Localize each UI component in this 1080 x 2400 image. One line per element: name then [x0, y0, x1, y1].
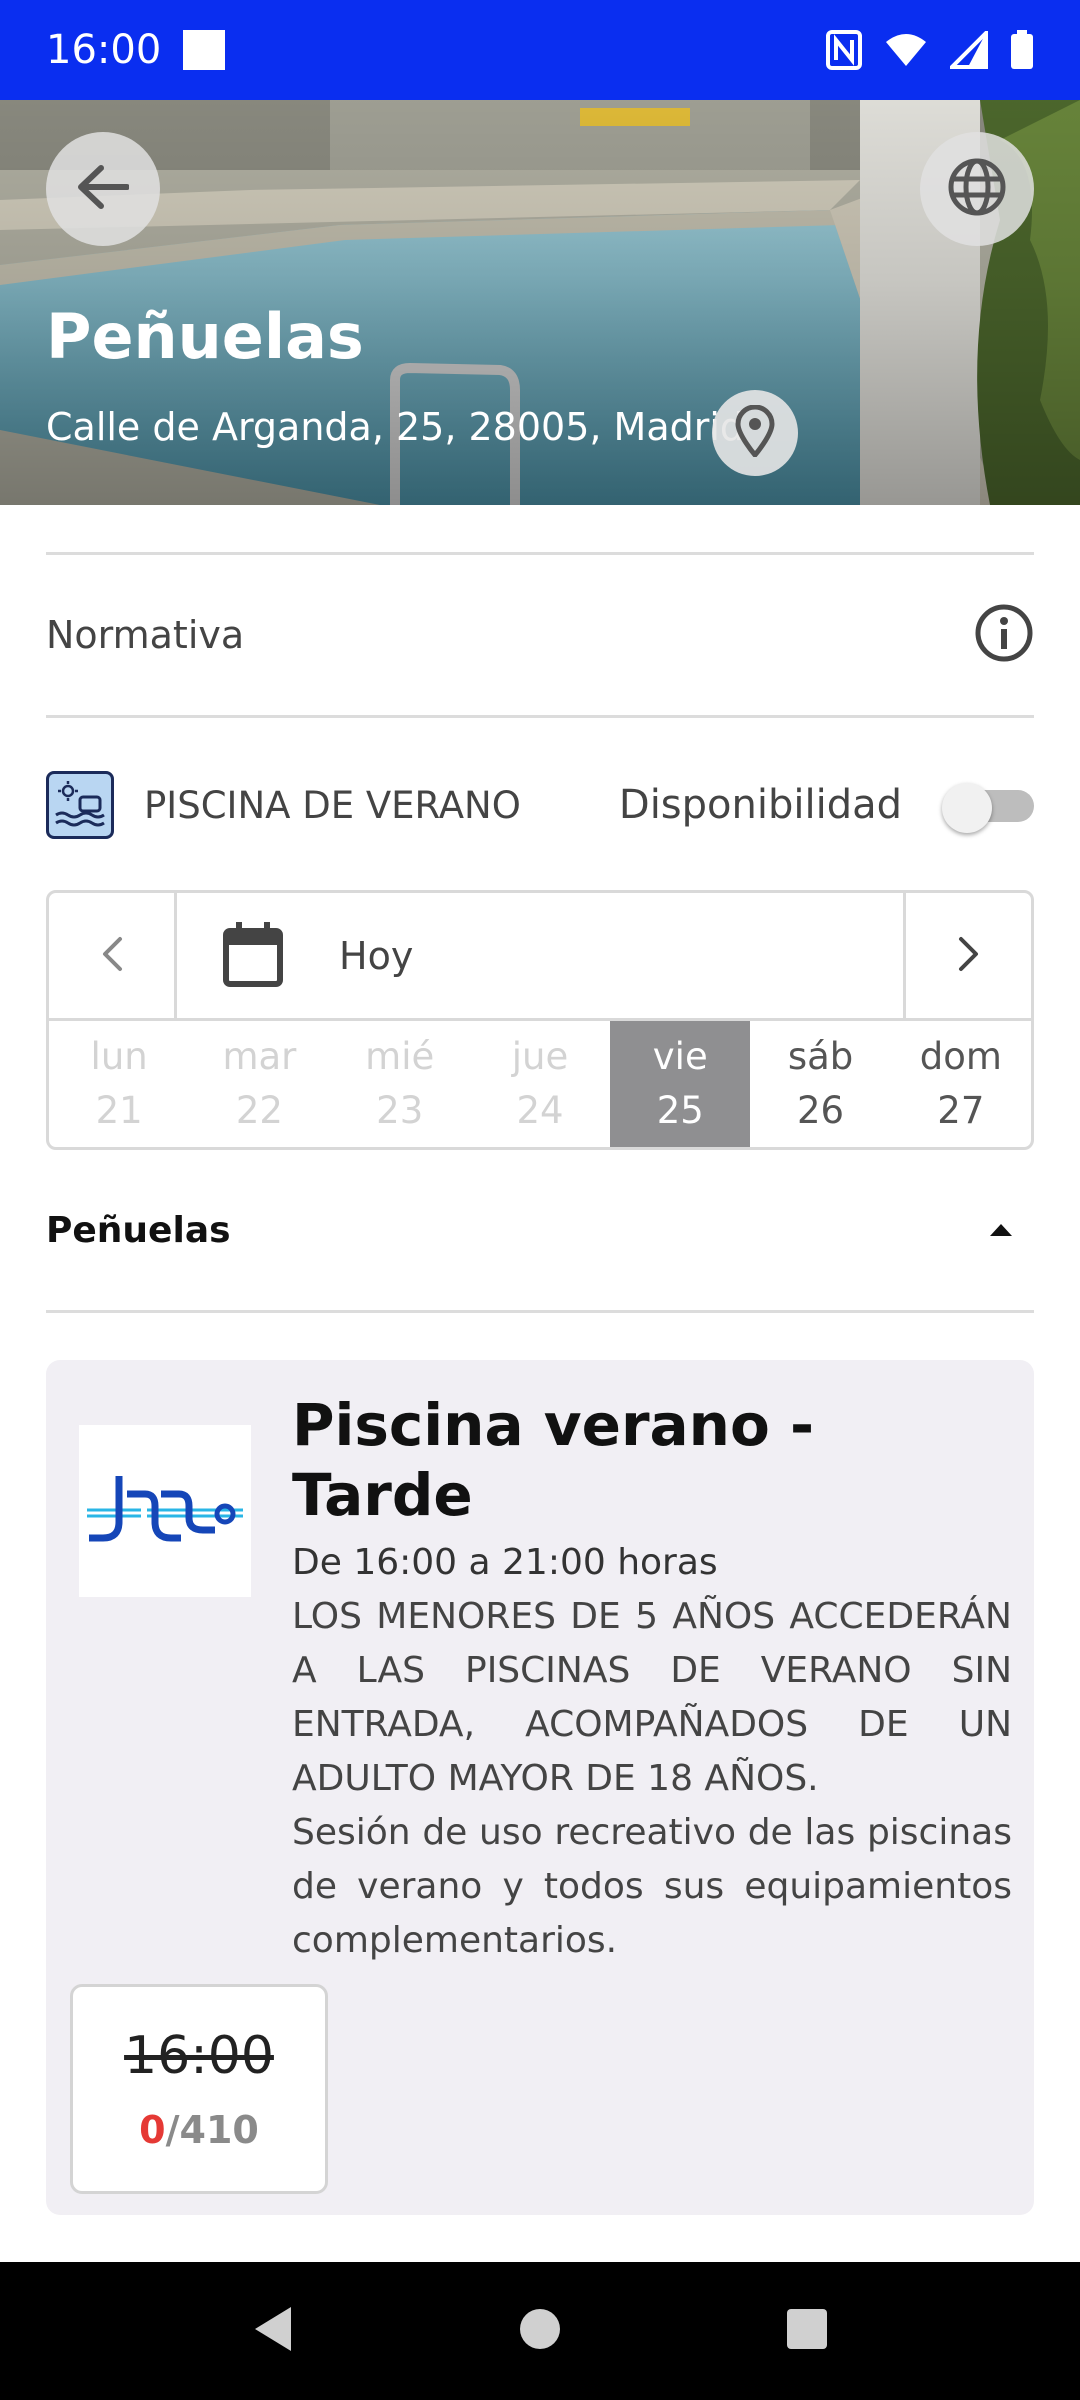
day-sun[interactable]: dom 27 [891, 1021, 1031, 1147]
slot-taken-count: 0 [139, 2108, 166, 2152]
day-sat[interactable]: sáb 26 [750, 1021, 890, 1147]
today-button[interactable]: Hoy [177, 893, 903, 1018]
status-time: 16:00 [46, 27, 162, 73]
pool-logo-icon [79, 1425, 251, 1597]
day-wed: mié 23 [330, 1021, 470, 1147]
venue-section-title: Peñuelas [46, 1209, 231, 1251]
session-hours: De 16:00 a 21:00 horas [292, 1542, 718, 1583]
day-fri[interactable]: vie 25 [610, 1021, 751, 1147]
day-thu: jue 24 [470, 1021, 610, 1147]
session-details: Piscina verano - Tarde De 16:00 a 21:00 … [292, 1390, 1012, 1968]
slot-separator: / [165, 2108, 180, 2152]
website-button[interactable] [920, 132, 1034, 246]
normativa-row[interactable]: Normativa [46, 555, 1034, 715]
day-number: 24 [516, 1089, 564, 1132]
day-name: mié [365, 1035, 435, 1078]
day-name: mar [222, 1035, 297, 1078]
nfc-icon [826, 30, 862, 70]
status-icons [826, 30, 1034, 70]
cell-signal-icon [950, 31, 988, 69]
day-number: 27 [937, 1089, 985, 1132]
day-tue: mar 22 [189, 1021, 329, 1147]
back-arrow-icon [77, 164, 130, 214]
availability-toggle[interactable] [942, 783, 1034, 833]
day-name: lun [90, 1035, 148, 1078]
notification-square-icon [183, 30, 226, 70]
info-icon[interactable] [974, 603, 1034, 667]
chevron-right-icon [957, 935, 981, 977]
previous-week-button[interactable] [49, 893, 177, 1018]
nav-recents-button[interactable] [785, 2307, 829, 2355]
location-pin-icon [735, 404, 775, 461]
availability-label: Disponibilidad [618, 782, 902, 828]
day-name: sáb [787, 1035, 854, 1078]
back-button[interactable] [46, 132, 160, 246]
day-number: 26 [797, 1089, 845, 1132]
swimming-pool-icon [46, 771, 114, 839]
day-number: 22 [235, 1089, 283, 1132]
chevron-left-icon [100, 935, 124, 977]
slot-capacity: 0/410 [139, 2108, 259, 2152]
nav-home-button[interactable] [518, 2307, 562, 2355]
slot-total-capacity: 410 [179, 2108, 259, 2152]
battery-icon [1010, 30, 1034, 70]
session-title: Piscina verano - Tarde [292, 1391, 815, 1529]
system-navigation-bar [0, 2262, 1080, 2400]
day-name: jue [511, 1035, 569, 1078]
normativa-label: Normativa [46, 613, 245, 657]
next-week-button[interactable] [903, 893, 1031, 1018]
toggle-knob [942, 783, 992, 833]
day-number: 23 [376, 1089, 424, 1132]
week-days: lun 21 mar 22 mié 23 jue 24 vie 25 sáb 2… [49, 1021, 1031, 1147]
collapse-caret-icon [990, 1224, 1012, 1236]
today-label: Hoy [339, 933, 414, 978]
facility-address: Calle de Arganda, 25, 28005, Madrid [46, 405, 745, 449]
day-number: 21 [95, 1089, 143, 1132]
facility-name: Peñuelas [46, 300, 364, 373]
day-name: dom [919, 1035, 1002, 1078]
facility-hero: Peñuelas Calle de Arganda, 25, 28005, Ma… [0, 100, 1080, 505]
calendar-icon [223, 921, 283, 991]
nav-back-button[interactable] [251, 2305, 295, 2357]
status-bar: 16:00 [0, 0, 1080, 100]
facility-type-row: PISCINA DE VERANO Disponibilidad [46, 760, 1034, 850]
slot-time: 16:00 [124, 2026, 274, 2086]
map-location-button[interactable] [712, 390, 798, 476]
date-picker-header: Hoy [49, 893, 1031, 1021]
day-mon: lun 21 [49, 1021, 189, 1147]
wifi-icon [884, 32, 928, 68]
venue-section-header[interactable]: Peñuelas [46, 1190, 1034, 1270]
divider [46, 1310, 1034, 1313]
day-number: 25 [656, 1089, 704, 1132]
session-notice: LOS MENORES DE 5 AÑOS ACCEDERÁN A LAS PI… [292, 1596, 1012, 1799]
facility-type-label: PISCINA DE VERANO [144, 783, 521, 827]
divider [46, 715, 1034, 718]
globe-icon [947, 157, 1007, 221]
date-picker: Hoy lun 21 mar 22 mié 23 jue 24 vie 25 s… [46, 890, 1034, 1150]
session-card: Piscina verano - Tarde De 16:00 a 21:00 … [46, 1360, 1034, 2215]
day-name: vie [652, 1035, 708, 1078]
session-description: Sesión de uso recreativo de las piscinas… [292, 1812, 1012, 1961]
time-slot-button[interactable]: 16:00 0/410 [70, 1984, 328, 2194]
